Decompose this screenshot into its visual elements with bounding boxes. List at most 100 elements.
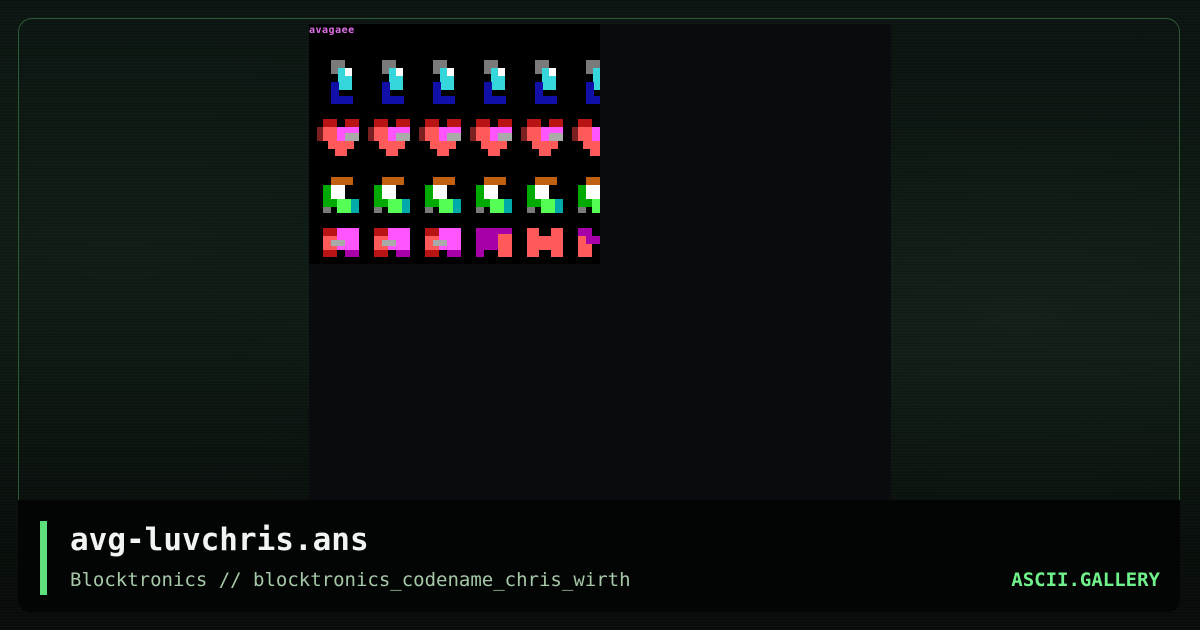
diamond-block	[433, 177, 455, 185]
diamond-block	[484, 185, 498, 199]
bar-block	[323, 250, 337, 257]
diamond-block	[331, 185, 345, 199]
bar-block	[425, 250, 439, 257]
heart-block	[323, 119, 337, 127]
diamond-block	[504, 199, 512, 213]
heart-block	[447, 119, 461, 127]
diamond-block	[382, 185, 396, 199]
bar-block	[586, 236, 600, 244]
diamond-block	[541, 199, 555, 213]
bar-block	[439, 228, 461, 250]
bar-block	[498, 234, 512, 257]
diamond-block	[592, 199, 600, 213]
heart-block	[592, 127, 600, 141]
heart-block	[447, 133, 461, 141]
gem-block	[382, 96, 404, 104]
diamond-block	[374, 207, 382, 213]
bar-block	[396, 250, 410, 257]
artwork-credit: Blocktronics // blocktronics_codename_ch…	[70, 569, 631, 591]
bar-block	[374, 250, 388, 257]
gem-block	[549, 68, 556, 76]
bar-block	[433, 240, 447, 246]
diamond-block	[484, 177, 506, 185]
diamond-block	[351, 199, 359, 213]
bar-gap	[539, 228, 551, 236]
diamond-block	[323, 207, 331, 213]
gem-block	[447, 68, 454, 76]
gem-block	[535, 82, 543, 96]
heart-block	[386, 149, 398, 156]
heart-block	[374, 119, 388, 127]
gem-block	[535, 96, 557, 104]
heart-shade	[572, 127, 578, 141]
heart-block	[539, 149, 551, 156]
diamond-block	[555, 199, 563, 213]
gem-block	[382, 82, 390, 96]
bar-gap	[539, 250, 551, 257]
diamond-block	[535, 185, 549, 199]
heart-block	[488, 149, 500, 156]
heart-shade	[317, 127, 323, 141]
site-brand-link[interactable]: ASCII.GALLERY	[1011, 567, 1160, 593]
accent-bar	[40, 521, 47, 595]
gem-block	[498, 68, 505, 76]
gem-block	[586, 82, 594, 96]
diamond-block	[439, 199, 453, 213]
footer-bar: avg-luvchris.ans Blocktronics // blocktr…	[18, 500, 1180, 612]
bar-block	[578, 228, 592, 236]
gem-block	[433, 96, 455, 104]
artwork-title: avg-luvchris.ans	[70, 522, 369, 558]
heart-block	[345, 119, 359, 127]
bar-block	[337, 228, 359, 250]
heart-block	[578, 119, 592, 127]
bar-gap	[484, 250, 498, 257]
diamond-block	[490, 199, 504, 213]
diamond-block	[331, 177, 353, 185]
heart-shade	[419, 127, 425, 141]
artwork-signature: avagaee	[309, 25, 355, 36]
bar-block	[447, 250, 461, 257]
heart-shade	[521, 127, 527, 141]
diamond-block	[578, 207, 586, 213]
heart-shade	[368, 127, 374, 141]
heart-block	[437, 149, 449, 156]
diamond-block	[535, 177, 557, 185]
heart-block	[425, 119, 439, 127]
heart-block	[481, 141, 507, 149]
heart-block	[549, 119, 563, 127]
diamond-block	[586, 177, 600, 185]
heart-block	[396, 119, 410, 127]
gem-block	[331, 82, 339, 96]
heart-block	[590, 149, 600, 156]
diamond-block	[402, 199, 410, 213]
bar-block	[382, 240, 396, 246]
ansi-artwork: avagaee	[309, 24, 600, 264]
gem-block	[484, 82, 492, 96]
bar-block	[345, 250, 359, 257]
heart-block	[396, 133, 410, 141]
diamond-block	[527, 207, 535, 213]
heart-block	[549, 133, 563, 141]
artwork-viewer[interactable]: avagaee	[309, 24, 891, 500]
heart-block	[430, 141, 456, 149]
gem-block	[345, 68, 352, 76]
diamond-block	[586, 185, 600, 199]
diamond-block	[425, 207, 433, 213]
gem-block	[433, 82, 441, 96]
heart-block	[498, 119, 512, 127]
gem-block	[331, 96, 353, 104]
gem-block	[484, 96, 506, 104]
heart-shade	[470, 127, 476, 141]
diamond-block	[388, 199, 402, 213]
heart-block	[498, 133, 512, 141]
gem-block	[586, 96, 600, 104]
bar-block	[331, 240, 345, 246]
bar-block	[388, 228, 410, 250]
diamond-block	[433, 185, 447, 199]
heart-block	[476, 119, 490, 127]
diamond-block	[337, 199, 351, 213]
diamond-block	[476, 207, 484, 213]
heart-block	[335, 149, 347, 156]
heart-block	[345, 133, 359, 141]
heart-block	[532, 141, 558, 149]
